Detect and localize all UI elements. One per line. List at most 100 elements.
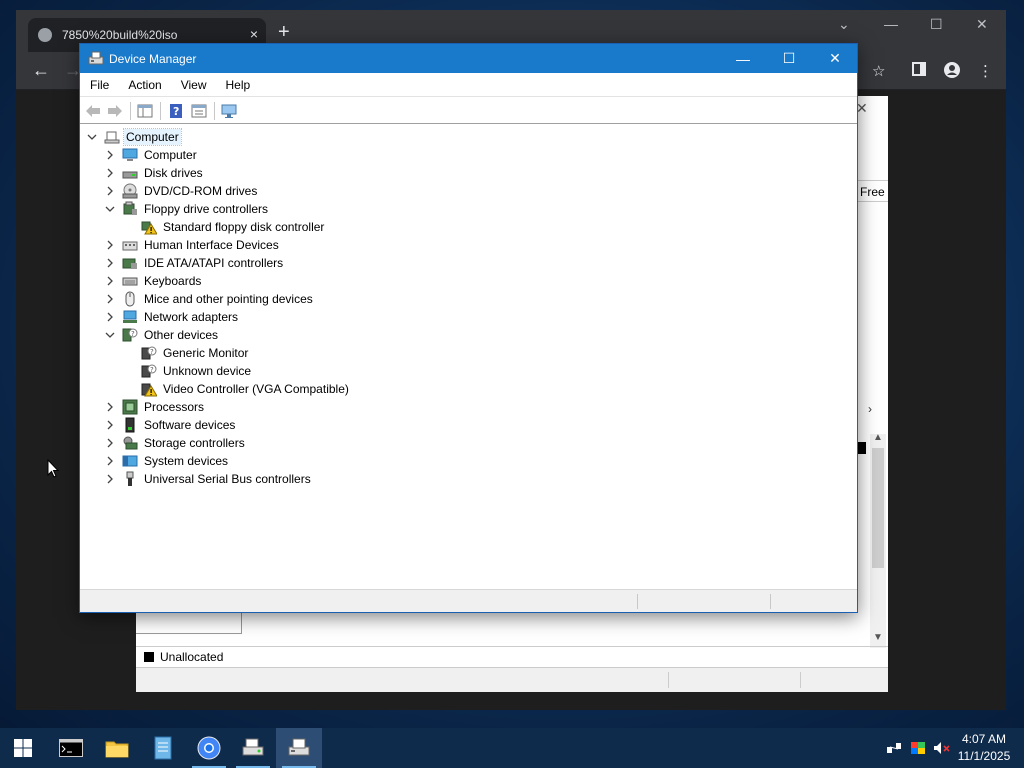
menu-file[interactable]: File xyxy=(80,78,118,92)
tree-category-network-adapters[interactable]: Network adapters xyxy=(104,308,240,326)
unknown-device-icon: ? xyxy=(122,327,138,343)
disk-management-icon[interactable] xyxy=(230,728,276,768)
menu-action[interactable]: Action xyxy=(118,78,170,92)
tree-root-computer[interactable]: Computer xyxy=(86,128,182,146)
chrome-icon[interactable] xyxy=(186,728,232,768)
show-hide-console-tree-icon[interactable] xyxy=(136,102,154,120)
notepad-icon[interactable] xyxy=(140,728,186,768)
chevron-down-icon[interactable] xyxy=(104,203,116,215)
scroll-up-icon[interactable]: ▲ xyxy=(873,432,883,443)
close-icon[interactable]: ✕ xyxy=(812,44,858,73)
chevron-right-icon[interactable] xyxy=(104,293,116,305)
unknown-device-icon: ? xyxy=(141,345,157,361)
chevron-right-icon[interactable] xyxy=(104,419,116,431)
scan-hardware-icon[interactable] xyxy=(221,102,239,120)
device-tree: Computer Computer Disk drives DVD/CD-ROM… xyxy=(80,126,857,589)
svg-text:?: ? xyxy=(131,330,135,338)
scrollbar-thumb[interactable] xyxy=(872,448,884,568)
tree-category-processors[interactable]: Processors xyxy=(104,398,206,416)
tree-node-label: Human Interface Devices xyxy=(144,238,279,252)
tree-node-label: Standard floppy disk controller xyxy=(163,220,325,234)
chevron-right-icon[interactable] xyxy=(104,149,116,161)
title-bar[interactable]: Device Manager — ☐ ✕ xyxy=(80,44,857,73)
more-menu-icon[interactable]: ⋮ xyxy=(978,62,993,80)
chevron-right-icon[interactable] xyxy=(104,401,116,413)
bookmark-star-icon[interactable]: ☆ xyxy=(872,62,885,80)
minimize-icon[interactable]: — xyxy=(884,16,898,32)
chevron-right-icon[interactable] xyxy=(104,473,116,485)
maximize-icon[interactable]: ☐ xyxy=(930,16,943,33)
maximize-icon[interactable]: ☐ xyxy=(766,44,812,73)
tree-device-standard-floppy-controller[interactable]: Standard floppy disk controller xyxy=(141,218,326,236)
chevron-down-icon[interactable] xyxy=(104,329,116,341)
tree-category-system-devices[interactable]: System devices xyxy=(104,452,230,470)
close-icon[interactable]: ✕ xyxy=(976,16,988,33)
help-icon[interactable]: ? xyxy=(167,102,185,120)
side-panel-icon[interactable] xyxy=(912,62,926,80)
vertical-scrollbar[interactable]: ▲ ▼ xyxy=(870,432,886,648)
network-icon[interactable] xyxy=(884,738,904,758)
terminal-icon[interactable] xyxy=(48,728,94,768)
free-column-header[interactable]: Free xyxy=(858,180,888,202)
chevron-right-icon[interactable] xyxy=(104,275,116,287)
menu-view[interactable]: View xyxy=(171,78,216,92)
svg-text:?: ? xyxy=(150,366,154,374)
minimize-icon[interactable]: — xyxy=(720,44,766,73)
tree-node-label: Disk drives xyxy=(144,166,203,180)
tree-category-mice[interactable]: Mice and other pointing devices xyxy=(104,290,315,308)
tree-category-other-devices[interactable]: ? Other devices xyxy=(104,326,220,344)
tree-category-ide-controllers[interactable]: IDE ATA/ATAPI controllers xyxy=(104,254,285,272)
system-clock[interactable]: 4:07 AM 11/1/2025 xyxy=(952,731,1016,765)
close-tab-icon[interactable]: × xyxy=(250,26,258,42)
tree-category-dvd-drives[interactable]: DVD/CD-ROM drives xyxy=(104,182,259,200)
tree-category-disk-drives[interactable]: Disk drives xyxy=(104,164,205,182)
back-icon[interactable] xyxy=(84,102,102,120)
chevron-right-icon[interactable] xyxy=(104,167,116,179)
tree-node-label: Unknown device xyxy=(163,364,252,378)
volume-muted-icon[interactable] xyxy=(932,738,952,758)
new-tab-icon[interactable]: + xyxy=(278,22,290,42)
mouse-cursor-icon xyxy=(47,459,59,478)
chevron-right-icon[interactable] xyxy=(104,185,116,197)
tree-category-computer[interactable]: Computer xyxy=(104,146,199,164)
menu-help[interactable]: Help xyxy=(216,78,260,92)
unknown-device-icon: ? xyxy=(141,363,157,379)
chevron-right-icon[interactable] xyxy=(104,455,116,467)
warning-device-icon xyxy=(141,219,157,235)
start-icon[interactable] xyxy=(0,728,46,768)
chevron-right-icon[interactable] xyxy=(104,257,116,269)
scroll-down-icon[interactable]: ▼ xyxy=(873,632,883,643)
svg-text:?: ? xyxy=(173,105,179,118)
scroll-right-icon[interactable]: › xyxy=(868,402,872,416)
status-bar xyxy=(80,589,857,612)
chevron-right-icon[interactable] xyxy=(104,311,116,323)
keyboard-icon xyxy=(122,273,138,289)
tree-category-software-devices[interactable]: Software devices xyxy=(104,416,237,434)
back-icon[interactable]: ← xyxy=(32,60,50,81)
tab-search-icon[interactable]: ⌄ xyxy=(838,16,850,33)
tree-device-unknown-device[interactable]: ? Unknown device xyxy=(141,362,253,380)
color-icon[interactable] xyxy=(908,738,928,758)
chevron-right-icon[interactable] xyxy=(104,437,116,449)
hid-icon xyxy=(122,237,138,253)
tree-device-video-controller[interactable]: Video Controller (VGA Compatible) xyxy=(141,380,351,398)
tree-category-hid[interactable]: Human Interface Devices xyxy=(104,236,281,254)
chevron-right-icon[interactable] xyxy=(104,239,116,251)
globe-icon xyxy=(38,28,52,42)
tree-category-floppy-controllers[interactable]: Floppy drive controllers xyxy=(104,200,270,218)
profile-icon[interactable] xyxy=(944,62,960,82)
computer-icon xyxy=(122,147,138,163)
tree-category-storage-controllers[interactable]: Storage controllers xyxy=(104,434,247,452)
tree-device-generic-monitor[interactable]: ? Generic Monitor xyxy=(141,344,250,362)
tree-category-keyboards[interactable]: Keyboards xyxy=(104,272,203,290)
file-explorer-icon[interactable] xyxy=(94,728,140,768)
tree-category-usb-controllers[interactable]: Universal Serial Bus controllers xyxy=(104,470,313,488)
device-manager-icon[interactable] xyxy=(276,728,322,768)
window-title: Device Manager xyxy=(109,52,197,66)
forward-icon[interactable] xyxy=(106,102,124,120)
chevron-down-icon[interactable] xyxy=(86,131,98,143)
properties-icon[interactable] xyxy=(190,102,208,120)
usb-icon xyxy=(122,471,138,487)
tree-node-label: Other devices xyxy=(144,328,219,342)
legend-label: Unallocated xyxy=(160,650,224,664)
